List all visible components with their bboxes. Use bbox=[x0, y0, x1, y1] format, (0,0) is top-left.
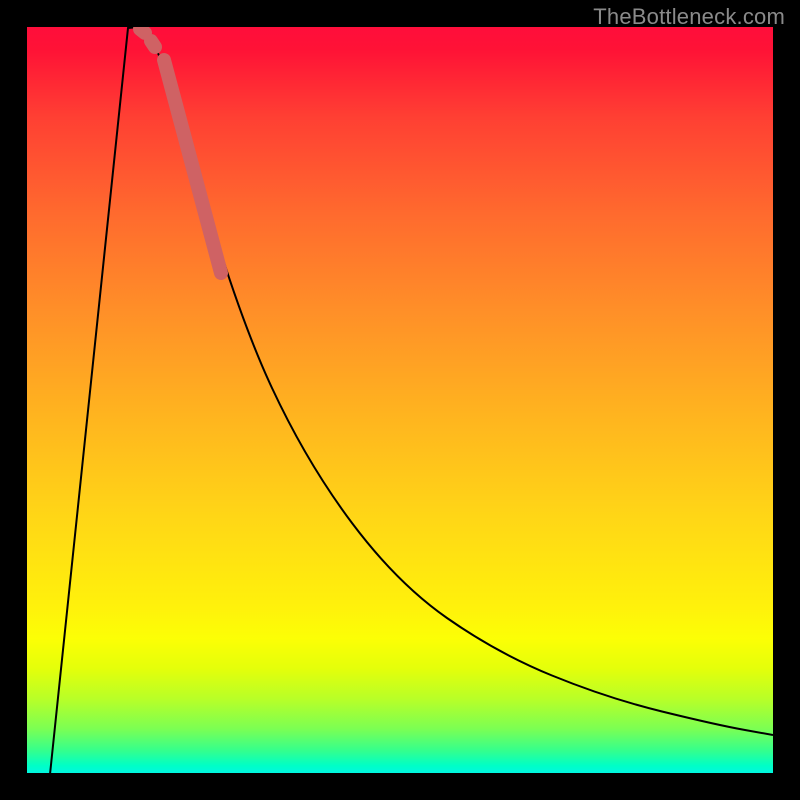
curve-path bbox=[47, 27, 773, 773]
bottleneck-curve bbox=[47, 27, 773, 773]
upper-highlight bbox=[164, 60, 221, 273]
curve-layer bbox=[27, 27, 773, 773]
highlight-group bbox=[140, 29, 221, 273]
watermark-text: TheBottleneck.com bbox=[593, 4, 785, 30]
mid-dot-lower bbox=[140, 29, 145, 33]
mid-dot-upper bbox=[151, 41, 155, 47]
chart-frame: TheBottleneck.com bbox=[0, 0, 800, 800]
plot-area bbox=[27, 27, 773, 773]
